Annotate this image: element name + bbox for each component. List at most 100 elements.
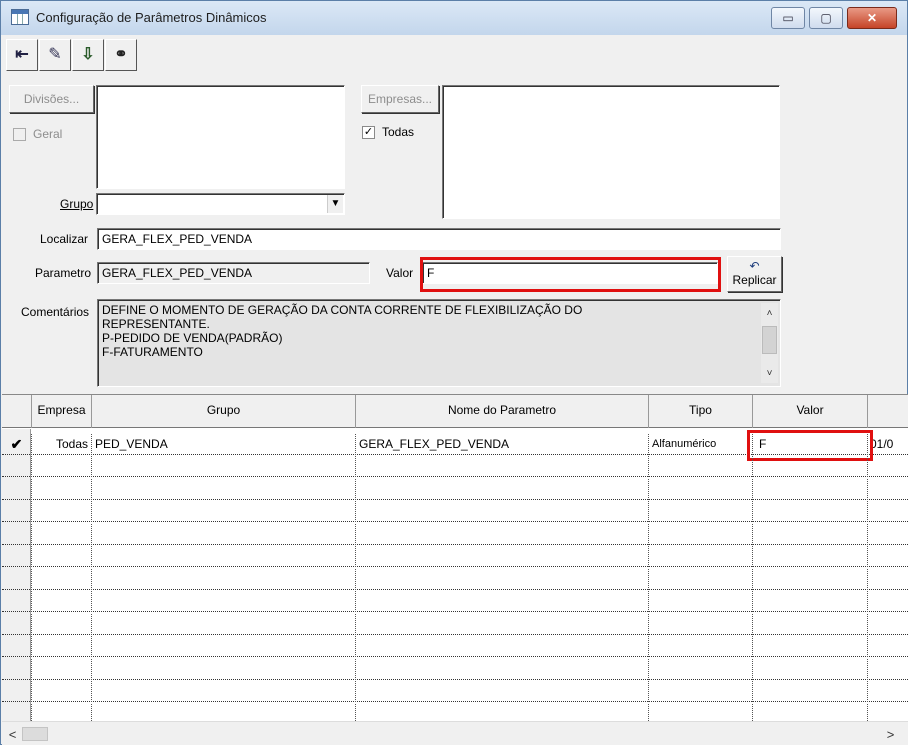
grid-cell[interactable]	[649, 681, 753, 702]
column-header-nome[interactable]: Nome do Parametro	[356, 395, 649, 428]
grid-cell[interactable]	[356, 568, 649, 590]
scroll-right-icon[interactable]: >	[882, 726, 899, 743]
grid-cell[interactable]	[649, 613, 753, 635]
grid-cell[interactable]	[2, 658, 32, 680]
minimize-button[interactable]: ▭	[771, 7, 805, 29]
grid-cell[interactable]	[753, 568, 868, 590]
column-header-empresa[interactable]: Empresa	[32, 395, 92, 428]
grid-cell[interactable]	[649, 703, 753, 721]
grid-cell[interactable]	[753, 636, 868, 657]
save-button[interactable]: ⇩	[72, 39, 104, 71]
grid-cell[interactable]	[2, 456, 32, 477]
grid-cell[interactable]	[32, 501, 92, 522]
grid-cell[interactable]	[868, 704, 908, 722]
grid-cell[interactable]	[2, 501, 32, 522]
grid-cell[interactable]	[92, 703, 356, 721]
grid-cell[interactable]	[356, 658, 649, 680]
grid-cell[interactable]	[753, 501, 868, 522]
localizar-input[interactable]: GERA_FLEX_PED_VENDA	[97, 228, 781, 250]
search-button[interactable]: ⚭	[105, 39, 137, 71]
grid-cell[interactable]	[356, 591, 649, 612]
grid-cell[interactable]	[649, 546, 753, 567]
grid-cell[interactable]	[32, 523, 92, 545]
grid-cell[interactable]	[32, 636, 92, 657]
grid-cell[interactable]	[92, 456, 356, 477]
grid-cell[interactable]	[2, 546, 32, 567]
scroll-down-icon[interactable]: ˅	[761, 365, 778, 382]
geral-checkbox[interactable]	[13, 128, 26, 141]
scroll-up-icon[interactable]: ˄	[761, 305, 778, 322]
grid-cell[interactable]	[649, 478, 753, 500]
grupo-combobox[interactable]: ▼	[96, 193, 345, 215]
grid-cell[interactable]	[2, 613, 32, 635]
table-row[interactable]	[2, 658, 908, 680]
grid-cell[interactable]	[753, 613, 868, 635]
grid-cell[interactable]	[2, 478, 32, 500]
grid-cell[interactable]	[92, 501, 356, 522]
grid-cell[interactable]	[356, 613, 649, 635]
table-row[interactable]	[2, 613, 908, 635]
grid-cell[interactable]	[868, 524, 908, 545]
grid-cell[interactable]	[753, 591, 868, 612]
grid-cell[interactable]	[753, 478, 868, 500]
grid-cell[interactable]	[92, 636, 356, 657]
table-row[interactable]	[2, 456, 908, 477]
grid-cell[interactable]	[32, 456, 92, 477]
grid-cell[interactable]	[2, 591, 32, 612]
grid-cell[interactable]	[32, 591, 92, 612]
grid-cell[interactable]	[2, 681, 32, 702]
grid-cell[interactable]	[753, 658, 868, 680]
grid-cell[interactable]	[32, 658, 92, 680]
empresas-button[interactable]: Empresas...	[361, 85, 439, 113]
horizontal-scrollbar[interactable]: < >	[2, 721, 908, 745]
grid-cell[interactable]	[356, 636, 649, 657]
grid-cell[interactable]	[868, 569, 908, 590]
grid-cell[interactable]	[2, 703, 32, 721]
grid-cell[interactable]	[649, 523, 753, 545]
grid-cell[interactable]	[753, 681, 868, 702]
grid-cell[interactable]	[2, 523, 32, 545]
grid-cell[interactable]	[32, 478, 92, 500]
grid-cell[interactable]	[356, 456, 649, 477]
grid-cell[interactable]	[649, 456, 753, 477]
table-row[interactable]	[2, 703, 908, 722]
grid-cell[interactable]	[92, 568, 356, 590]
grid-cell[interactable]	[92, 546, 356, 567]
grid-cell[interactable]	[92, 591, 356, 612]
grid-cell[interactable]	[868, 681, 908, 702]
table-row[interactable]	[2, 568, 908, 590]
column-header-valor[interactable]: Valor	[753, 395, 868, 428]
grid-cell[interactable]	[868, 501, 908, 522]
cell-nome[interactable]: GERA_FLEX_PED_VENDA	[356, 434, 649, 455]
parametros-grid[interactable]: Empresa Grupo Nome do Parametro Tipo Val…	[2, 394, 908, 721]
grid-cell[interactable]	[92, 478, 356, 500]
close-button[interactable]: ✕	[847, 7, 897, 29]
grid-cell[interactable]	[649, 568, 753, 590]
grid-cell[interactable]	[92, 681, 356, 702]
table-row[interactable]	[2, 523, 908, 545]
clear-button[interactable]: ✎	[39, 39, 71, 71]
grid-cell[interactable]	[868, 591, 908, 612]
grid-cell[interactable]	[753, 456, 868, 477]
grid-cell[interactable]	[356, 681, 649, 702]
grid-cell[interactable]	[92, 658, 356, 680]
grid-cell[interactable]	[356, 546, 649, 567]
cell-empresa[interactable]: Todas	[32, 434, 92, 455]
hscroll-thumb[interactable]	[22, 727, 48, 741]
grid-cell[interactable]	[649, 501, 753, 522]
exit-button[interactable]: ⇤	[6, 39, 38, 71]
grid-cell[interactable]	[356, 523, 649, 545]
grid-cell[interactable]	[868, 659, 908, 680]
cell-tipo[interactable]: Alfanumérico	[649, 434, 753, 455]
comentarios-scrollbar[interactable]: ˄ ˅	[761, 303, 778, 383]
replicar-button[interactable]: ↶ Replicar	[727, 256, 782, 292]
todas-checkbox[interactable]: ✓	[362, 126, 375, 139]
grid-cell[interactable]	[868, 636, 908, 657]
grid-cell[interactable]	[2, 568, 32, 590]
grid-cell[interactable]	[649, 658, 753, 680]
table-row[interactable]	[2, 546, 908, 567]
grid-cell[interactable]	[868, 546, 908, 567]
grid-cell[interactable]	[649, 636, 753, 657]
grid-cell[interactable]	[356, 501, 649, 522]
grid-cell[interactable]	[649, 591, 753, 612]
